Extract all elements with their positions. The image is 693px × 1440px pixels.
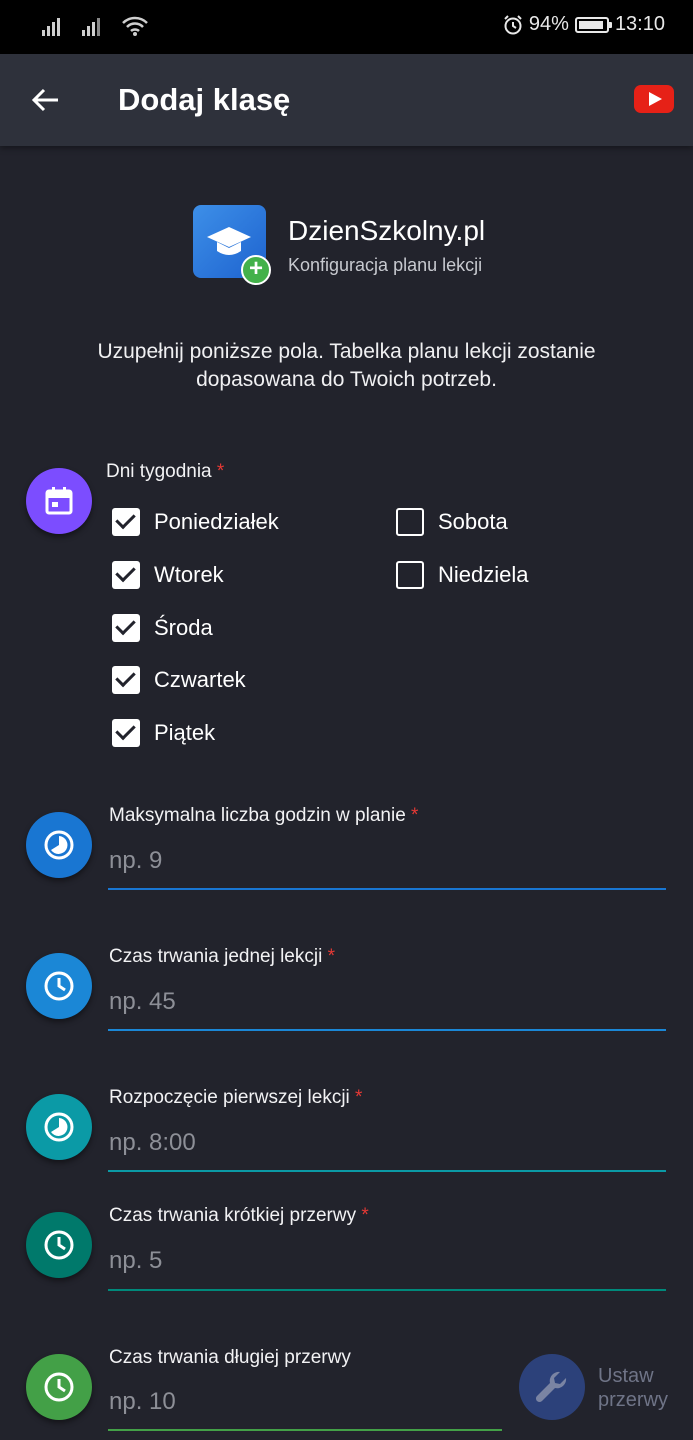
calendar-icon-badge	[26, 468, 92, 534]
time-icon-badge	[26, 1094, 92, 1160]
wifi-icon	[122, 16, 148, 36]
time-icon-badge	[26, 812, 92, 878]
arrow-back-icon[interactable]	[30, 84, 62, 116]
checkbox[interactable]	[112, 561, 140, 589]
required-mark: *	[327, 946, 336, 967]
checkbox-poniedzialek[interactable]: Poniedziałek	[112, 508, 279, 536]
first-lesson-label-text: Rozpoczęcie pierwszej lekcji	[109, 1087, 350, 1108]
short-break-label: Czas trwania krótkiej przerwy *	[109, 1205, 369, 1227]
checkbox[interactable]	[396, 508, 424, 536]
required-mark: *	[355, 1087, 363, 1108]
checkbox-wtorek[interactable]: Wtorek	[112, 561, 224, 589]
checkbox-label: Sobota	[438, 509, 508, 534]
short-break-underline	[108, 1289, 666, 1291]
long-break-input[interactable]	[109, 1386, 499, 1418]
lesson-length-input[interactable]	[109, 986, 664, 1018]
lesson-length-label: Czas trwania jednej lekcji *	[109, 946, 335, 968]
long-break-label: Czas trwania długiej przerwy	[109, 1347, 351, 1369]
clock-icon	[44, 971, 74, 1001]
set-breaks-button[interactable]	[519, 1354, 585, 1420]
checkbox-sroda[interactable]: Środa	[112, 614, 213, 642]
set-breaks-line-2: przerwy	[598, 1389, 669, 1411]
signal-icon	[82, 18, 100, 36]
time-icon-badge	[26, 953, 92, 1019]
set-breaks-line-1: Ustaw	[598, 1365, 654, 1387]
required-mark: *	[361, 1205, 369, 1226]
calendar-icon	[45, 487, 73, 515]
lesson-length-label-text: Czas trwania jednej lekcji	[109, 946, 323, 967]
checkbox-piatek[interactable]: Piątek	[112, 719, 215, 747]
checkbox[interactable]	[112, 508, 140, 536]
checkbox-label: Piątek	[154, 720, 216, 745]
long-break-label-text: Czas trwania długiej przerwy	[109, 1347, 351, 1368]
app-subtitle: Konfiguracja planu lekcji	[288, 255, 483, 275]
required-mark: *	[411, 805, 419, 826]
alarm-icon	[504, 14, 522, 34]
clock-filled-icon	[44, 830, 74, 860]
intro-line-1: Uzupełnij poniższe pola. Tabelka planu l…	[97, 340, 596, 363]
required-mark: *	[216, 461, 225, 482]
app-name: DzienSzkolny.pl	[288, 215, 486, 246]
youtube-icon[interactable]	[634, 85, 674, 113]
days-label: Dni tygodnia *	[106, 461, 224, 483]
clock-filled-icon	[44, 1112, 74, 1142]
first-lesson-input[interactable]	[109, 1127, 664, 1159]
short-break-label-text: Czas trwania krótkiej przerwy	[109, 1205, 357, 1226]
signal-icon	[42, 18, 60, 36]
plus-icon: +	[241, 255, 271, 285]
checkbox-label: Wtorek	[154, 562, 224, 587]
checkbox[interactable]	[112, 719, 140, 747]
time-icon-badge	[26, 1354, 92, 1420]
wrench-icon	[535, 1371, 567, 1403]
max-hours-label-text: Maksymalna liczba godzin w planie	[109, 805, 406, 826]
checkbox-sobota[interactable]: Sobota	[396, 508, 508, 536]
checkbox-niedziela[interactable]: Niedziela	[396, 561, 529, 589]
first-lesson-label: Rozpoczęcie pierwszej lekcji *	[109, 1087, 362, 1109]
set-breaks-label[interactable]: Ustaw przerwy	[598, 1364, 668, 1412]
app-bar: Dodaj klasę	[0, 54, 693, 146]
checkbox-label: Czwartek	[154, 667, 246, 692]
status-bar: 94% 13:10	[0, 0, 693, 54]
battery-icon	[574, 16, 612, 33]
checkbox-label: Poniedziałek	[154, 509, 279, 534]
lesson-length-underline	[108, 1029, 666, 1031]
clock: 13:10	[614, 13, 665, 35]
first-lesson-underline	[108, 1170, 666, 1172]
max-hours-input[interactable]	[109, 845, 664, 877]
checkbox-label: Niedziela	[438, 562, 529, 587]
status-right: 94% 13:10	[503, 13, 665, 36]
clock-icon	[44, 1372, 74, 1402]
battery-percent: 94%	[528, 13, 569, 35]
checkbox-label: Środa	[154, 615, 213, 640]
checkbox[interactable]	[396, 561, 424, 589]
short-break-input[interactable]	[109, 1245, 664, 1277]
time-icon-badge	[26, 1212, 92, 1278]
checkbox[interactable]	[112, 666, 140, 694]
checkbox[interactable]	[112, 614, 140, 642]
checkbox-czwartek[interactable]: Czwartek	[112, 666, 246, 694]
max-hours-underline	[108, 888, 666, 890]
long-break-underline	[108, 1429, 502, 1431]
intro-line-2: dopasowana do Twoich potrzeb.	[196, 368, 497, 391]
clock-icon	[44, 1230, 74, 1260]
days-label-text: Dni tygodnia	[106, 461, 212, 482]
intro-text: Uzupełnij poniższe pola. Tabelka planu l…	[40, 338, 653, 394]
max-hours-label: Maksymalna liczba godzin w planie *	[109, 805, 418, 827]
page-title: Dodaj klasę	[118, 82, 291, 117]
signal-indicators	[42, 16, 148, 36]
